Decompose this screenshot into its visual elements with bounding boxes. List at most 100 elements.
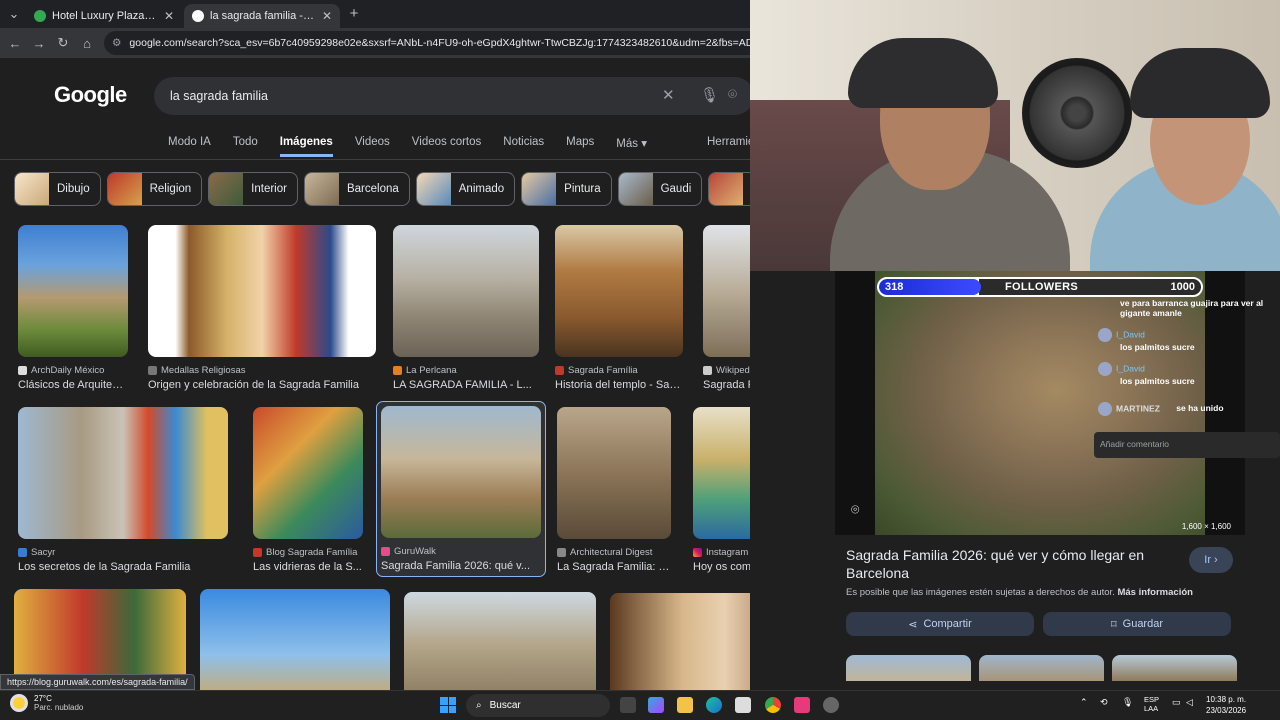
result-caption[interactable]: Clásicos de Arquitect... — [18, 379, 128, 391]
visit-button[interactable]: Ir › — [1189, 547, 1233, 573]
tab-mas[interactable]: Más ▾ — [616, 136, 647, 157]
image-result[interactable] — [200, 589, 390, 690]
site-info-icon[interactable]: ⚙ — [112, 37, 121, 49]
mic-tray-icon[interactable]: 🎙 — [1122, 697, 1133, 708]
sync-icon[interactable]: ⟲ — [1100, 697, 1108, 708]
image-result[interactable]: Instagram Hoy os comparto algun... — [693, 407, 750, 573]
tab-hotel[interactable]: Hotel Luxury Plaza - Google Ma ✕ — [26, 4, 182, 28]
preview-title[interactable]: Sagrada Familia 2026: qué ver y cómo lle… — [846, 546, 1176, 582]
image-result[interactable]: Architectural Digest La Sagrada Familia:… — [557, 407, 671, 573]
search-box[interactable]: la sagrada familia ✕ 🎙 ⌾ — [154, 77, 750, 115]
result-image[interactable] — [610, 593, 750, 690]
home-icon[interactable]: ⌂ — [75, 36, 99, 51]
chip-dibujo[interactable]: Dibujo — [14, 172, 101, 206]
image-result[interactable] — [610, 593, 750, 690]
clear-icon[interactable]: ✕ — [662, 86, 675, 104]
result-image[interactable] — [393, 225, 539, 357]
result-image[interactable] — [381, 406, 541, 538]
image-result[interactable]: Sagrada Família Historia del templo - Sa… — [555, 225, 683, 391]
tray-chevron-icon[interactable]: ⌃ — [1080, 697, 1088, 708]
close-tab-icon[interactable]: ✕ — [164, 9, 174, 23]
image-result[interactable]: Sacyr Los secretos de la Sagrada Familia — [18, 407, 228, 573]
result-caption[interactable]: Sagrada Família - Wi... — [703, 379, 750, 391]
result-caption[interactable]: Las vidrieras de la S... — [253, 561, 363, 573]
tiktok-icon[interactable] — [794, 697, 810, 713]
more-info-link[interactable]: Más información — [1117, 587, 1193, 598]
related-image[interactable] — [846, 655, 971, 681]
result-caption[interactable]: Origen y celebración de la Sagrada Famil… — [148, 379, 376, 391]
reload-icon[interactable]: ↻ — [51, 35, 75, 51]
save-button[interactable]: ⌑ Guardar — [1043, 612, 1231, 636]
lens-search-icon[interactable]: ⌾ — [851, 501, 859, 518]
image-result[interactable]: Wikipedia Sagrada Família - Wi... — [703, 225, 750, 391]
back-icon[interactable]: ← — [3, 36, 27, 51]
result-image[interactable] — [18, 225, 128, 357]
chip-more[interactable]: N — [708, 172, 750, 206]
image-result[interactable]: ArchDaily México Clásicos de Arquitect..… — [18, 225, 128, 391]
store-icon[interactable] — [735, 697, 751, 713]
new-tab-icon[interactable]: + — [342, 5, 366, 22]
start-icon[interactable] — [440, 697, 456, 713]
result-image[interactable] — [703, 225, 750, 357]
tab-todo[interactable]: Todo — [233, 136, 258, 157]
network-icon[interactable]: ▭ — [1172, 697, 1181, 708]
search-input[interactable]: la sagrada familia — [170, 89, 268, 103]
tab-modo-ia[interactable]: Modo IA — [168, 136, 211, 157]
tab-imagenes[interactable]: Imágenes — [279, 136, 333, 157]
lens-icon[interactable]: ⌾ — [728, 86, 737, 103]
result-caption[interactable]: Historia del templo - Sag... — [555, 379, 683, 391]
task-view-icon[interactable] — [620, 697, 636, 713]
image-result[interactable]: Blog Sagrada Família Las vidrieras de la… — [253, 407, 363, 573]
volume-icon[interactable]: ◁ — [1186, 697, 1193, 708]
tools-button[interactable]: Herramie — [707, 136, 750, 148]
copilot-icon[interactable] — [648, 697, 664, 713]
result-caption[interactable]: Sagrada Familia 2026: qué v... — [381, 560, 541, 572]
result-caption[interactable]: La Sagrada Familia: T... — [557, 561, 671, 573]
result-caption[interactable]: LA SAGRADA FAMILIA - L... — [393, 379, 539, 391]
google-logo[interactable]: Google — [54, 82, 127, 108]
related-image[interactable] — [1112, 655, 1237, 681]
file-explorer-icon[interactable] — [677, 697, 693, 713]
edge-icon[interactable] — [706, 697, 722, 713]
close-tab-icon[interactable]: ✕ — [322, 9, 332, 23]
result-image[interactable] — [253, 407, 363, 539]
tab-menu-icon[interactable]: ⌄ — [2, 6, 26, 22]
tab-noticias[interactable]: Noticias — [503, 136, 544, 157]
result-image[interactable] — [557, 407, 671, 539]
chip-religion[interactable]: Religion — [106, 172, 203, 206]
chip-barcelona[interactable]: Barcelona — [303, 172, 410, 206]
result-image[interactable] — [200, 589, 390, 690]
result-image[interactable] — [693, 407, 750, 539]
image-result-selected[interactable]: GuruWalk Sagrada Familia 2026: qué v... — [376, 401, 546, 577]
result-source: Sacyr — [31, 547, 56, 558]
forward-icon[interactable]: → — [27, 36, 51, 51]
tab-maps[interactable]: Maps — [566, 136, 594, 157]
image-result[interactable] — [404, 592, 596, 690]
language-indicator[interactable]: ESP LAA — [1144, 695, 1159, 713]
taskbar-search[interactable]: ⌕ Buscar — [466, 694, 610, 717]
comment-input[interactable]: Añadir comentario — [1094, 432, 1280, 458]
image-result[interactable]: Medallas Religiosas Origen y celebración… — [148, 225, 376, 391]
result-caption[interactable]: Hoy os comparto algun... — [693, 561, 750, 573]
share-button[interactable]: ⋖ Compartir — [846, 612, 1034, 636]
result-caption[interactable]: Los secretos de la Sagrada Familia — [18, 561, 228, 573]
tab-videos-cortos[interactable]: Videos cortos — [412, 136, 481, 157]
chrome-icon[interactable] — [765, 697, 781, 713]
address-bar[interactable]: ⚙ google.com/search?sca_esv=6b7c40959298… — [104, 31, 764, 55]
clock[interactable]: 10:38 p. m. 23/03/2026 — [1206, 694, 1246, 716]
weather-widget[interactable]: 27°C Parc. nublado — [10, 694, 83, 712]
result-image[interactable] — [555, 225, 683, 357]
mic-icon[interactable]: 🎙 — [700, 86, 719, 104]
tab-videos[interactable]: Videos — [355, 136, 390, 157]
image-result[interactable]: La Perlcana LA SAGRADA FAMILIA - L... — [393, 225, 539, 391]
chip-pintura[interactable]: Pintura — [521, 172, 612, 206]
result-image[interactable] — [404, 592, 596, 690]
tab-sagrada[interactable]: la sagrada familia - Buscar con ✕ — [184, 4, 340, 28]
obs-icon[interactable] — [823, 697, 839, 713]
chip-gaudi[interactable]: Gaudi — [617, 172, 703, 206]
chip-animado[interactable]: Animado — [415, 172, 516, 206]
result-image[interactable] — [148, 225, 376, 357]
chip-interior[interactable]: Interior — [208, 172, 298, 206]
result-image[interactable] — [18, 407, 228, 539]
related-image[interactable] — [979, 655, 1104, 681]
